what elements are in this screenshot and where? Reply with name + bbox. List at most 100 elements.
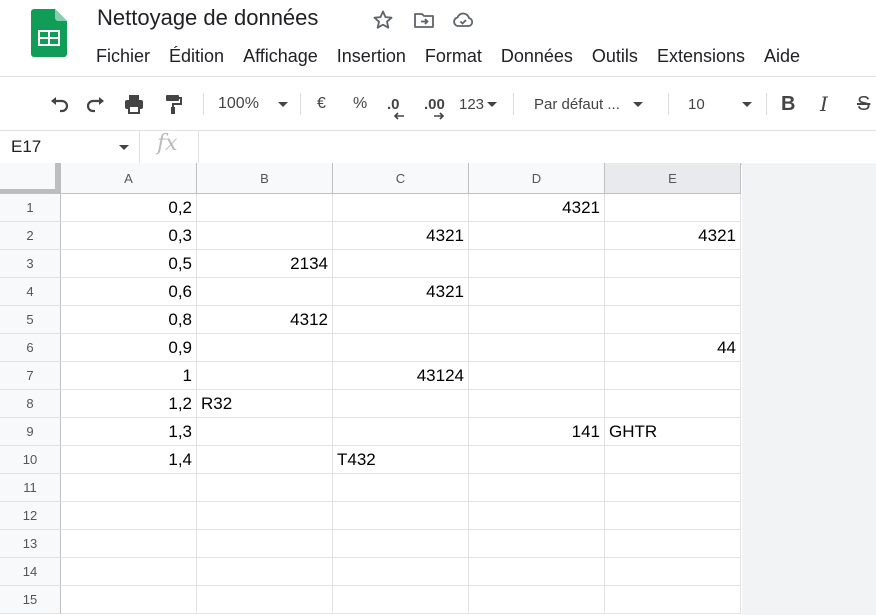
cell-d5[interactable] [469, 306, 605, 334]
strikethrough-button[interactable]: S [857, 91, 870, 117]
column-header-c[interactable]: C [333, 163, 469, 194]
cell-b9[interactable] [197, 418, 333, 446]
cell-a4[interactable]: 0,6 [61, 278, 197, 306]
freeze-row-handle[interactable] [0, 189, 61, 193]
column-header-a[interactable]: A [61, 163, 197, 194]
cell-e3[interactable] [605, 250, 741, 278]
cell-d6[interactable] [469, 334, 605, 362]
cell-b8[interactable]: R32 [197, 390, 333, 418]
cell-a9[interactable]: 1,3 [61, 418, 197, 446]
menu-edit[interactable]: Édition [169, 44, 224, 68]
cell-c4[interactable]: 4321 [333, 278, 469, 306]
cell-d14[interactable] [469, 558, 605, 586]
cell-e5[interactable] [605, 306, 741, 334]
cell-b4[interactable] [197, 278, 333, 306]
menu-insert[interactable]: Insertion [337, 44, 406, 68]
cell-d2[interactable] [469, 222, 605, 250]
cloud-saved-icon[interactable] [451, 8, 475, 32]
cell-b11[interactable] [197, 474, 333, 502]
decrease-decimal-button[interactable]: .0 [387, 91, 404, 120]
cell-a5[interactable]: 0,8 [61, 306, 197, 334]
font-family-select[interactable]: Par défaut ... [534, 91, 648, 117]
star-icon[interactable] [371, 8, 395, 32]
cell-c5[interactable] [333, 306, 469, 334]
currency-format-button[interactable]: € [317, 91, 326, 117]
more-formats-button[interactable]: 123 [459, 91, 500, 117]
cell-b3[interactable]: 2134 [197, 250, 333, 278]
cell-b12[interactable] [197, 502, 333, 530]
cell-e8[interactable] [605, 390, 741, 418]
print-button[interactable] [122, 91, 146, 117]
cell-e9[interactable]: GHTR [605, 418, 741, 446]
cell-c15[interactable] [333, 586, 469, 614]
row-header-11[interactable]: 11 [0, 474, 61, 502]
cell-e14[interactable] [605, 558, 741, 586]
cell-c8[interactable] [333, 390, 469, 418]
menu-data[interactable]: Données [501, 44, 573, 68]
zoom-select[interactable]: 100% [218, 91, 293, 117]
cell-b1[interactable] [197, 194, 333, 222]
cell-e6[interactable]: 44 [605, 334, 741, 362]
cell-d4[interactable] [469, 278, 605, 306]
redo-button[interactable] [84, 91, 108, 117]
row-header-12[interactable]: 12 [0, 502, 61, 530]
cell-e7[interactable] [605, 362, 741, 390]
cell-e10[interactable] [605, 446, 741, 474]
sheets-logo-icon[interactable] [31, 9, 67, 57]
increase-decimal-button[interactable]: .00 [424, 91, 445, 120]
menu-tools[interactable]: Outils [592, 44, 638, 68]
cell-c14[interactable] [333, 558, 469, 586]
row-header-7[interactable]: 7 [0, 362, 61, 390]
cell-b5[interactable]: 4312 [197, 306, 333, 334]
column-header-d[interactable]: D [469, 163, 605, 194]
column-header-e[interactable]: E [605, 163, 741, 194]
row-header-5[interactable]: 5 [0, 306, 61, 334]
cell-b15[interactable] [197, 586, 333, 614]
cell-d10[interactable] [469, 446, 605, 474]
cell-d1[interactable]: 4321 [469, 194, 605, 222]
cell-c10[interactable]: T432 [333, 446, 469, 474]
cell-a3[interactable]: 0,5 [61, 250, 197, 278]
cell-b7[interactable] [197, 362, 333, 390]
cell-e12[interactable] [605, 502, 741, 530]
row-header-6[interactable]: 6 [0, 334, 61, 362]
cell-b10[interactable] [197, 446, 333, 474]
cell-a6[interactable]: 0,9 [61, 334, 197, 362]
row-header-9[interactable]: 9 [0, 418, 61, 446]
row-header-1[interactable]: 1 [0, 194, 61, 222]
cell-e11[interactable] [605, 474, 741, 502]
cell-a12[interactable] [61, 502, 197, 530]
cell-c3[interactable] [333, 250, 469, 278]
cell-d7[interactable] [469, 362, 605, 390]
row-header-14[interactable]: 14 [0, 558, 61, 586]
cell-d13[interactable] [469, 530, 605, 558]
cell-d15[interactable] [469, 586, 605, 614]
row-header-10[interactable]: 10 [0, 446, 61, 474]
cell-c2[interactable]: 4321 [333, 222, 469, 250]
row-header-3[interactable]: 3 [0, 250, 61, 278]
name-box[interactable]: E17 [11, 137, 41, 157]
cell-a10[interactable]: 1,4 [61, 446, 197, 474]
cell-a15[interactable] [61, 586, 197, 614]
cell-c12[interactable] [333, 502, 469, 530]
row-header-13[interactable]: 13 [0, 530, 61, 558]
cell-c6[interactable] [333, 334, 469, 362]
row-header-15[interactable]: 15 [0, 586, 61, 614]
cell-b6[interactable] [197, 334, 333, 362]
cell-e13[interactable] [605, 530, 741, 558]
move-to-folder-icon[interactable] [412, 8, 436, 32]
font-size-select[interactable]: 10 [688, 91, 757, 117]
cell-c7[interactable]: 43124 [333, 362, 469, 390]
row-header-8[interactable]: 8 [0, 390, 61, 418]
cell-b2[interactable] [197, 222, 333, 250]
cell-e1[interactable] [605, 194, 741, 222]
cell-c1[interactable] [333, 194, 469, 222]
menu-format[interactable]: Format [425, 44, 482, 68]
cell-c13[interactable] [333, 530, 469, 558]
cell-a14[interactable] [61, 558, 197, 586]
undo-button[interactable] [47, 91, 71, 117]
cell-e2[interactable]: 4321 [605, 222, 741, 250]
bold-button[interactable]: B [781, 91, 795, 117]
cell-e15[interactable] [605, 586, 741, 614]
cell-d11[interactable] [469, 474, 605, 502]
